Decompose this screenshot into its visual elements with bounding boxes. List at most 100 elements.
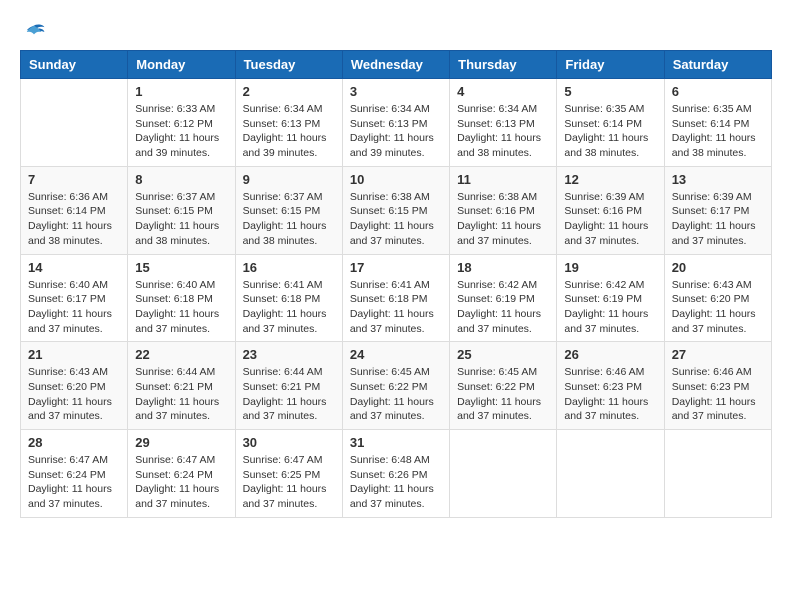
calendar-day-cell: 26 Sunrise: 6:46 AM Sunset: 6:23 PM Dayli… (557, 342, 664, 430)
calendar-day-cell: 27Sunrise: 6:46 AM Sunset: 6:23 PM Dayli… (664, 342, 771, 430)
day-info: Sunrise: 6:45 AM Sunset: 6:22 PM Dayligh… (350, 365, 442, 424)
day-info: Sunrise: 6:37 AM Sunset: 6:15 PM Dayligh… (135, 190, 227, 249)
day-number: 20 (672, 260, 764, 275)
calendar-day-cell: 15 Sunrise: 6:40 AM Sunset: 6:18 PM Dayli… (128, 254, 235, 342)
day-of-week-header: Monday (128, 51, 235, 79)
day-info: Sunrise: 6:36 AM Sunset: 6:14 PM Dayligh… (28, 190, 120, 249)
calendar-day-cell: 9Sunrise: 6:37 AM Sunset: 6:15 PM Daylig… (235, 166, 342, 254)
day-info: Sunrise: 6:38 AM Sunset: 6:15 PM Dayligh… (350, 190, 442, 249)
day-info: Sunrise: 6:39 AM Sunset: 6:17 PM Dayligh… (672, 190, 764, 249)
calendar-day-cell: 13 Sunrise: 6:39 AM Sunset: 6:17 PM Dayli… (664, 166, 771, 254)
calendar-day-cell: 25 Sunrise: 6:45 AM Sunset: 6:22 PM Dayli… (450, 342, 557, 430)
calendar-day-cell: 5 Sunrise: 6:35 AM Sunset: 6:14 PM Daylig… (557, 79, 664, 167)
calendar-week-row: 28 Sunrise: 6:47 AM Sunset: 6:24 PM Dayli… (21, 430, 772, 518)
calendar-day-cell: 23 Sunrise: 6:44 AM Sunset: 6:21 PM Dayli… (235, 342, 342, 430)
day-number: 30 (243, 435, 335, 450)
day-number: 28 (28, 435, 120, 450)
calendar-day-cell: 19Sunrise: 6:42 AM Sunset: 6:19 PM Dayli… (557, 254, 664, 342)
day-of-week-header: Friday (557, 51, 664, 79)
day-info: Sunrise: 6:43 AM Sunset: 6:20 PM Dayligh… (28, 365, 120, 424)
calendar-day-cell: 31 Sunrise: 6:48 AM Sunset: 6:26 PM Dayli… (342, 430, 449, 518)
calendar-day-cell (557, 430, 664, 518)
day-info: Sunrise: 6:46 AM Sunset: 6:23 PM Dayligh… (564, 365, 656, 424)
day-info: Sunrise: 6:40 AM Sunset: 6:17 PM Dayligh… (28, 278, 120, 337)
day-info: Sunrise: 6:45 AM Sunset: 6:22 PM Dayligh… (457, 365, 549, 424)
logo-bird-icon (22, 20, 46, 44)
day-number: 5 (564, 84, 656, 99)
day-number: 23 (243, 347, 335, 362)
day-info: Sunrise: 6:39 AM Sunset: 6:16 PM Dayligh… (564, 190, 656, 249)
day-info: Sunrise: 6:35 AM Sunset: 6:14 PM Dayligh… (564, 102, 656, 161)
calendar-day-cell: 3 Sunrise: 6:34 AM Sunset: 6:13 PM Daylig… (342, 79, 449, 167)
day-of-week-header: Wednesday (342, 51, 449, 79)
day-info: Sunrise: 6:47 AM Sunset: 6:25 PM Dayligh… (243, 453, 335, 512)
day-of-week-header: Thursday (450, 51, 557, 79)
day-info: Sunrise: 6:47 AM Sunset: 6:24 PM Dayligh… (28, 453, 120, 512)
day-number: 11 (457, 172, 549, 187)
day-info: Sunrise: 6:35 AM Sunset: 6:14 PM Dayligh… (672, 102, 764, 161)
day-of-week-header: Saturday (664, 51, 771, 79)
calendar-day-cell: 1 Sunrise: 6:33 AM Sunset: 6:12 PM Daylig… (128, 79, 235, 167)
day-number: 9 (243, 172, 335, 187)
calendar-day-cell: 4Sunrise: 6:34 AM Sunset: 6:13 PM Daylig… (450, 79, 557, 167)
day-number: 2 (243, 84, 335, 99)
day-info: Sunrise: 6:44 AM Sunset: 6:21 PM Dayligh… (243, 365, 335, 424)
calendar-day-cell: 12Sunrise: 6:39 AM Sunset: 6:16 PM Dayli… (557, 166, 664, 254)
day-info: Sunrise: 6:38 AM Sunset: 6:16 PM Dayligh… (457, 190, 549, 249)
day-info: Sunrise: 6:41 AM Sunset: 6:18 PM Dayligh… (350, 278, 442, 337)
calendar-day-cell: 28 Sunrise: 6:47 AM Sunset: 6:24 PM Dayli… (21, 430, 128, 518)
calendar-week-row: 7 Sunrise: 6:36 AM Sunset: 6:14 PM Daylig… (21, 166, 772, 254)
day-number: 3 (350, 84, 442, 99)
calendar-day-cell: 21 Sunrise: 6:43 AM Sunset: 6:20 PM Dayli… (21, 342, 128, 430)
day-of-week-header: Tuesday (235, 51, 342, 79)
day-info: Sunrise: 6:34 AM Sunset: 6:13 PM Dayligh… (457, 102, 549, 161)
calendar-day-cell: 14 Sunrise: 6:40 AM Sunset: 6:17 PM Dayli… (21, 254, 128, 342)
day-number: 1 (135, 84, 227, 99)
calendar-day-cell: 30 Sunrise: 6:47 AM Sunset: 6:25 PM Dayli… (235, 430, 342, 518)
calendar-day-cell: 17 Sunrise: 6:41 AM Sunset: 6:18 PM Dayli… (342, 254, 449, 342)
day-number: 19 (564, 260, 656, 275)
calendar-day-cell: 2 Sunrise: 6:34 AM Sunset: 6:13 PM Daylig… (235, 79, 342, 167)
day-number: 17 (350, 260, 442, 275)
calendar-day-cell: 20 Sunrise: 6:43 AM Sunset: 6:20 PM Dayli… (664, 254, 771, 342)
day-number: 8 (135, 172, 227, 187)
calendar-day-cell: 8 Sunrise: 6:37 AM Sunset: 6:15 PM Daylig… (128, 166, 235, 254)
calendar-week-row: 21 Sunrise: 6:43 AM Sunset: 6:20 PM Dayli… (21, 342, 772, 430)
day-info: Sunrise: 6:43 AM Sunset: 6:20 PM Dayligh… (672, 278, 764, 337)
calendar-day-cell: 16Sunrise: 6:41 AM Sunset: 6:18 PM Dayli… (235, 254, 342, 342)
day-number: 22 (135, 347, 227, 362)
calendar-week-row: 14 Sunrise: 6:40 AM Sunset: 6:17 PM Dayli… (21, 254, 772, 342)
day-info: Sunrise: 6:47 AM Sunset: 6:24 PM Dayligh… (135, 453, 227, 512)
calendar-day-cell (21, 79, 128, 167)
day-info: Sunrise: 6:48 AM Sunset: 6:26 PM Dayligh… (350, 453, 442, 512)
day-info: Sunrise: 6:42 AM Sunset: 6:19 PM Dayligh… (457, 278, 549, 337)
day-info: Sunrise: 6:33 AM Sunset: 6:12 PM Dayligh… (135, 102, 227, 161)
day-number: 14 (28, 260, 120, 275)
calendar-day-cell: 7 Sunrise: 6:36 AM Sunset: 6:14 PM Daylig… (21, 166, 128, 254)
day-number: 29 (135, 435, 227, 450)
calendar-day-cell: 11 Sunrise: 6:38 AM Sunset: 6:16 PM Dayli… (450, 166, 557, 254)
day-number: 18 (457, 260, 549, 275)
calendar-day-cell: 24 Sunrise: 6:45 AM Sunset: 6:22 PM Dayli… (342, 342, 449, 430)
calendar-header-row: SundayMondayTuesdayWednesdayThursdayFrid… (21, 51, 772, 79)
calendar-table: SundayMondayTuesdayWednesdayThursdayFrid… (20, 50, 772, 518)
calendar-day-cell: 6 Sunrise: 6:35 AM Sunset: 6:14 PM Daylig… (664, 79, 771, 167)
day-info: Sunrise: 6:40 AM Sunset: 6:18 PM Dayligh… (135, 278, 227, 337)
day-number: 25 (457, 347, 549, 362)
day-number: 6 (672, 84, 764, 99)
day-number: 26 (564, 347, 656, 362)
day-info: Sunrise: 6:41 AM Sunset: 6:18 PM Dayligh… (243, 278, 335, 337)
page-header (20, 20, 772, 40)
day-of-week-header: Sunday (21, 51, 128, 79)
day-info: Sunrise: 6:34 AM Sunset: 6:13 PM Dayligh… (243, 102, 335, 161)
day-info: Sunrise: 6:34 AM Sunset: 6:13 PM Dayligh… (350, 102, 442, 161)
day-number: 21 (28, 347, 120, 362)
day-number: 7 (28, 172, 120, 187)
day-number: 15 (135, 260, 227, 275)
day-number: 13 (672, 172, 764, 187)
day-number: 31 (350, 435, 442, 450)
logo (20, 20, 46, 40)
calendar-day-cell: 22Sunrise: 6:44 AM Sunset: 6:21 PM Dayli… (128, 342, 235, 430)
day-number: 24 (350, 347, 442, 362)
calendar-day-cell: 10Sunrise: 6:38 AM Sunset: 6:15 PM Dayli… (342, 166, 449, 254)
